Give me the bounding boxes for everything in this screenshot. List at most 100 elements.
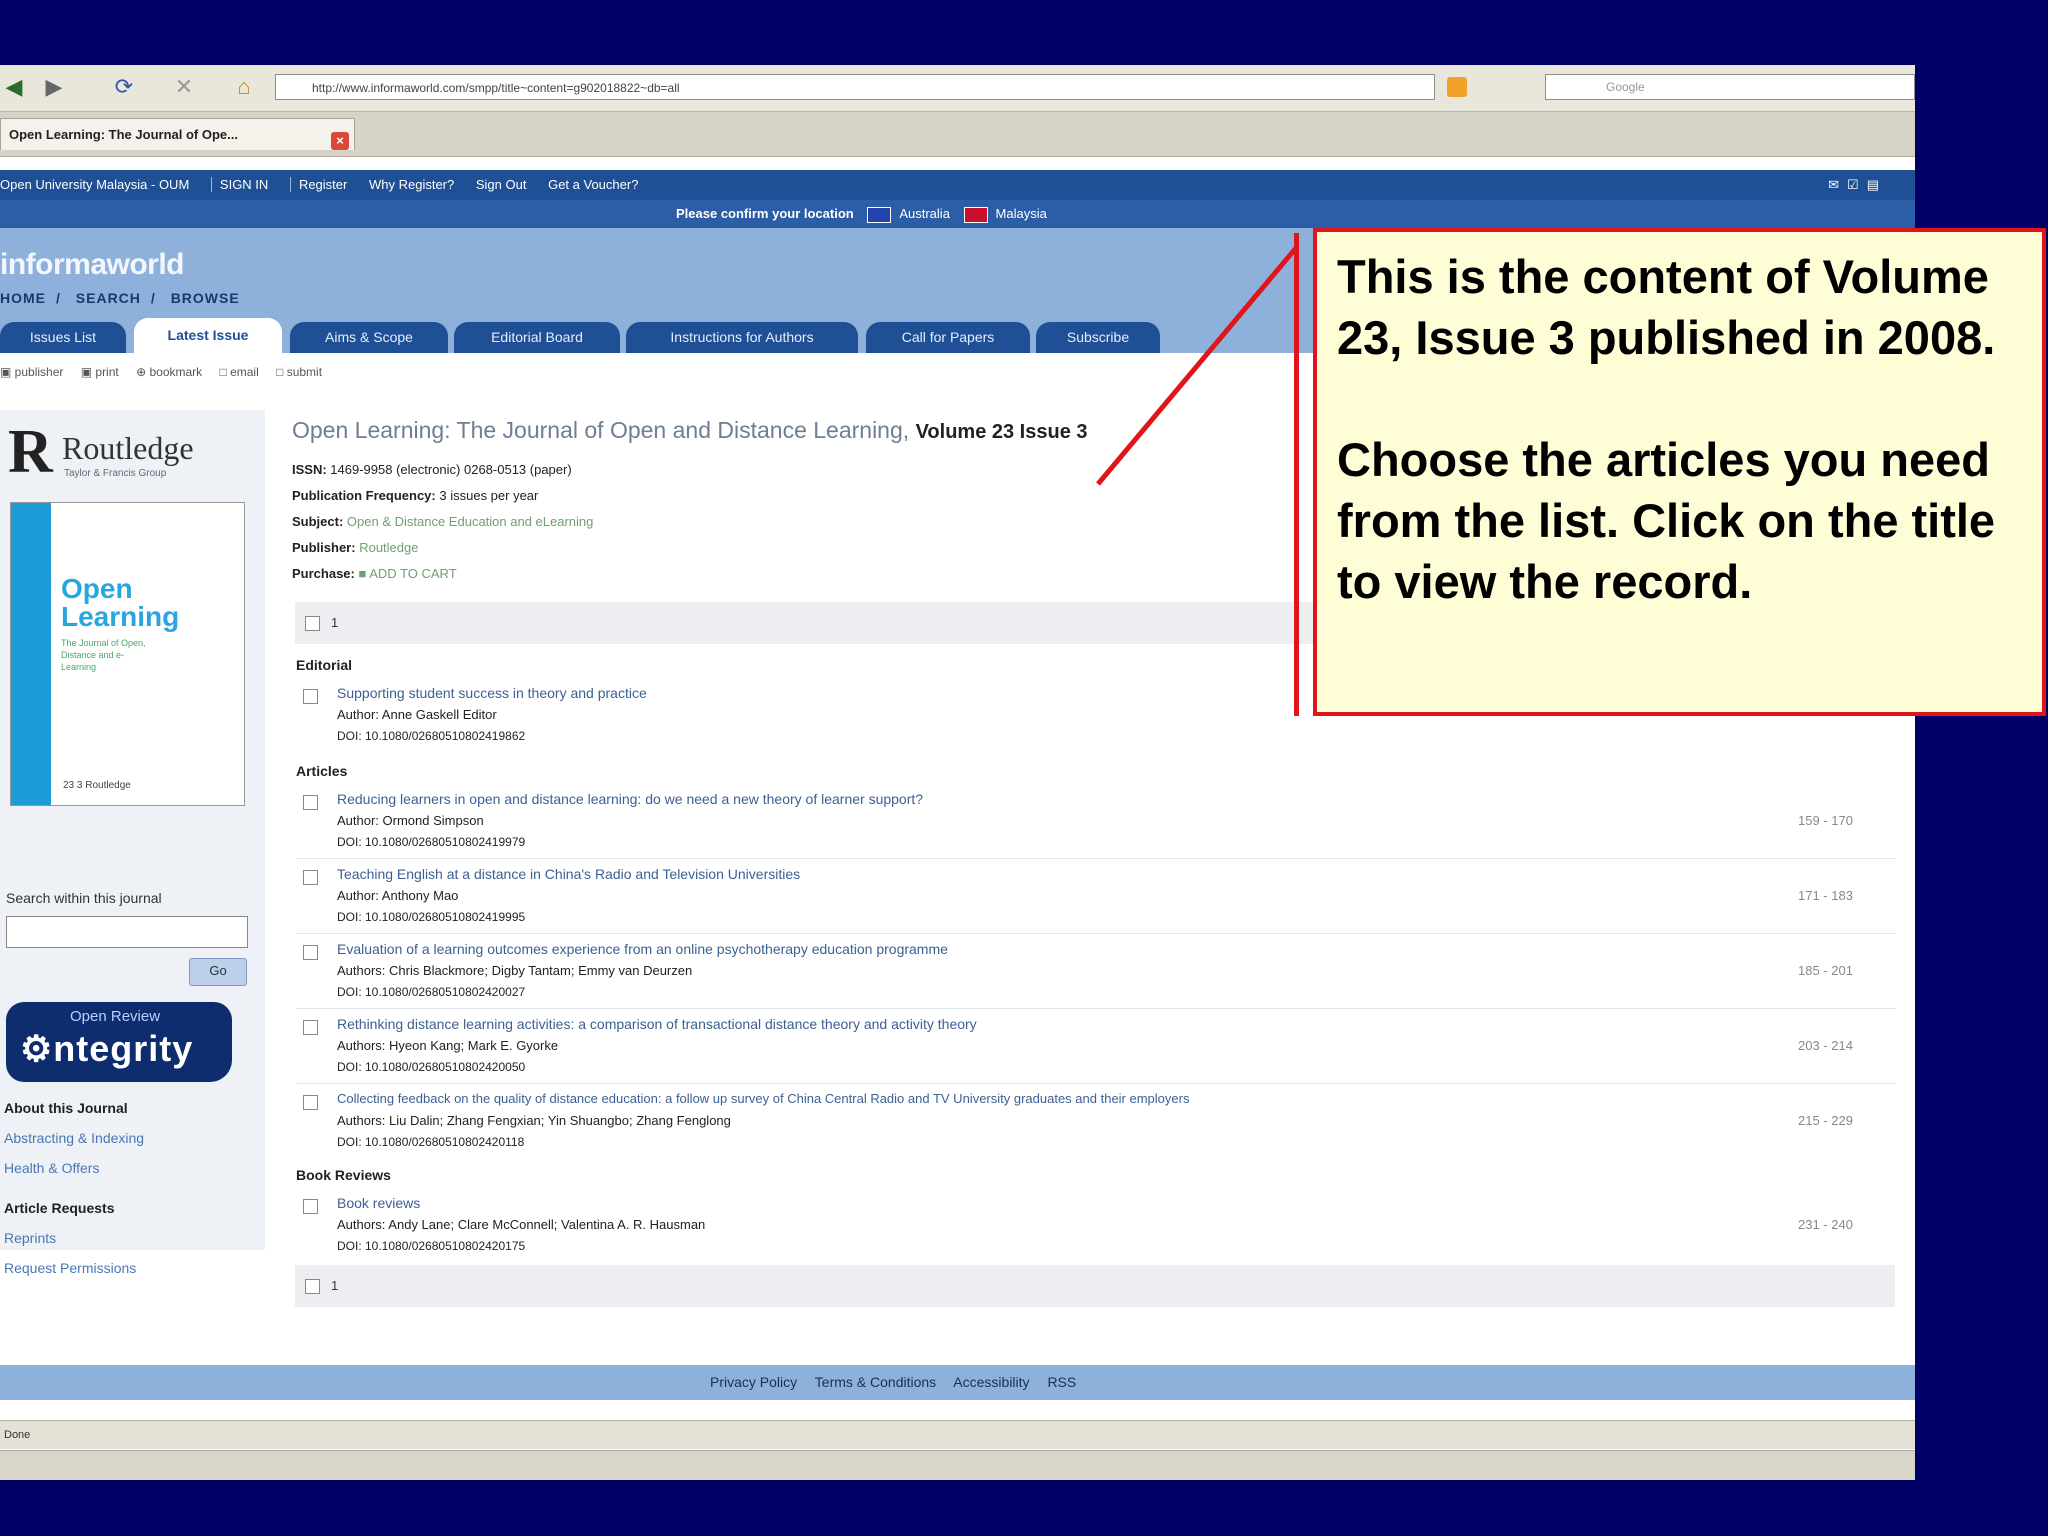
article-title[interactable]: Collecting feedback on the quality of di… (337, 1091, 1189, 1106)
about-link-offers[interactable]: Health & Offers (4, 1160, 99, 1176)
why-register-link[interactable]: Why Register? (369, 177, 454, 192)
subject-link[interactable]: Open & Distance Education and eLearning (347, 514, 593, 529)
frequency-value: 3 issues per year (439, 488, 539, 503)
page-number[interactable]: 1 (331, 1278, 338, 1293)
shortcut-icons[interactable]: ✉☑▤ (1828, 170, 1887, 200)
requests-link-permissions[interactable]: Request Permissions (4, 1260, 136, 1276)
article-checkbox[interactable] (303, 945, 318, 960)
malaysia-flag-icon[interactable] (963, 206, 988, 223)
article-checkbox[interactable] (303, 795, 318, 810)
cover-title: Open Learning (61, 573, 180, 632)
australia-flag-icon[interactable] (867, 206, 892, 223)
tool-bookmark[interactable]: ⊕ bookmark (136, 365, 202, 379)
institution-link[interactable]: Open University Malaysia - OUM (0, 177, 189, 192)
article-doi[interactable]: DOI: 10.1080/02680510802419979 (337, 835, 525, 849)
australia-option[interactable]: Australia (899, 206, 950, 221)
article-checkbox[interactable] (303, 1095, 318, 1110)
nav-search[interactable]: SEARCH (76, 290, 141, 306)
article-title[interactable]: Rethinking distance learning activities:… (337, 1016, 977, 1032)
article-doi[interactable]: DOI: 10.1080/02680510802420118 (337, 1135, 524, 1149)
search-box[interactable]: Google (1545, 74, 1915, 100)
journal-search-input[interactable] (6, 916, 248, 948)
tab-aims-scope[interactable]: Aims & Scope (290, 322, 448, 353)
refresh-icon[interactable]: ⟳ (110, 73, 138, 101)
browser-tab[interactable]: Open Learning: The Journal of Ope... × (0, 118, 355, 150)
tool-email[interactable]: □ email (220, 365, 259, 379)
page-number[interactable]: 1 (331, 615, 338, 630)
back-icon[interactable]: ◀ (0, 73, 28, 101)
malaysia-option[interactable]: Malaysia (996, 206, 1047, 221)
article-checkbox[interactable] (303, 870, 318, 885)
home-icon[interactable]: ⌂ (230, 73, 258, 101)
integrity-small-text: Open Review (70, 1008, 161, 1025)
section-editorial: Editorial (296, 657, 353, 673)
article-title[interactable]: Supporting student success in theory and… (337, 685, 647, 701)
article-title[interactable]: Reducing learners in open and distance l… (337, 791, 923, 807)
article-title[interactable]: Book reviews (337, 1195, 420, 1211)
callout-bracket (1294, 233, 1299, 716)
article-doi[interactable]: DOI: 10.1080/02680510802419995 (337, 910, 525, 924)
integrity-word: ntegrity (53, 1028, 194, 1069)
close-tab-icon[interactable]: × (331, 132, 349, 150)
stop-icon[interactable]: ✕ (170, 73, 198, 101)
site-logo[interactable]: informaworld (0, 248, 185, 282)
routledge-logo-sub: Taylor & Francis Group (64, 468, 167, 479)
footer-terms[interactable]: Terms & Conditions (815, 1374, 936, 1390)
article-checkbox[interactable] (303, 1199, 318, 1214)
integrity-banner[interactable]: Open Review ⚙ntegrity (6, 1002, 232, 1082)
rss-icon[interactable] (1447, 77, 1467, 97)
tool-submit[interactable]: □ submit (276, 365, 322, 379)
footer-privacy[interactable]: Privacy Policy (710, 1374, 797, 1390)
tab-latest-issue[interactable]: Latest Issue (134, 318, 282, 353)
register-link[interactable]: Register (289, 177, 348, 192)
article-pages: 171 - 183 (1798, 888, 1853, 903)
article-checkbox[interactable] (303, 1020, 318, 1035)
article-title[interactable]: Teaching English at a distance in China'… (337, 866, 800, 882)
nav-home[interactable]: HOME (0, 290, 46, 306)
journal-cover[interactable]: Open Learning The Journal of Open, Dista… (10, 502, 245, 806)
address-bar[interactable]: http://www.informaworld.com/smpp/title~c… (275, 74, 1435, 100)
publisher-link[interactable]: Routledge (359, 540, 418, 555)
nav-browse[interactable]: BROWSE (171, 290, 240, 306)
purchase-line: Purchase: ■ ADD TO CART (292, 566, 457, 581)
page-tools: ▣ publisher ▣ print ⊕ bookmark □ email □… (0, 365, 336, 379)
article-checkbox[interactable] (303, 689, 318, 704)
voucher-link[interactable]: Get a Voucher? (548, 177, 638, 192)
journal-search-label: Search within this journal (6, 890, 162, 906)
browser-status-bar: Done (0, 1420, 1915, 1449)
browser-tab-bar: Open Learning: The Journal of Ope... × (0, 112, 1915, 157)
sign-out-link[interactable]: Sign Out (476, 177, 527, 192)
cover-footer: 23 3 Routledge (63, 780, 131, 791)
requests-link-reprints[interactable]: Reprints (4, 1230, 56, 1246)
footer-accessibility[interactable]: Accessibility (953, 1374, 1029, 1390)
footer-rss[interactable]: RSS (1047, 1374, 1076, 1390)
tab-call-for-papers[interactable]: Call for Papers (866, 322, 1030, 353)
sign-in-link[interactable]: SIGN IN (210, 177, 269, 192)
article-doi[interactable]: DOI: 10.1080/02680510802420027 (337, 985, 525, 999)
site-nav: HOME / SEARCH / BROWSE (0, 290, 250, 306)
tab-subscribe[interactable]: Subscribe (1036, 322, 1160, 353)
article-pages: 185 - 201 (1798, 963, 1853, 978)
select-all-checkbox[interactable] (305, 616, 320, 631)
tool-publisher[interactable]: ▣ publisher (0, 365, 63, 379)
article-doi[interactable]: DOI: 10.1080/02680510802420175 (337, 1239, 525, 1253)
integrity-big-text: ⚙ntegrity (20, 1028, 194, 1069)
about-link-indexing[interactable]: Abstracting & Indexing (4, 1130, 144, 1146)
article-doi[interactable]: DOI: 10.1080/02680510802419862 (337, 729, 525, 743)
select-all-checkbox[interactable] (305, 1279, 320, 1294)
article-doi[interactable]: DOI: 10.1080/02680510802420050 (337, 1060, 525, 1074)
tab-editorial-board[interactable]: Editorial Board (454, 322, 620, 353)
article-title[interactable]: Evaluation of a learning outcomes experi… (337, 941, 948, 957)
cover-subtitle: The Journal of Open, Distance and e-Lear… (61, 638, 146, 672)
article-authors: Authors: Liu Dalin; Zhang Fengxian; Yin … (337, 1113, 731, 1128)
tool-print[interactable]: ▣ print (81, 365, 119, 379)
tab-instructions[interactable]: Instructions for Authors (626, 322, 858, 353)
tab-issues-list[interactable]: Issues List (0, 322, 126, 353)
go-button[interactable]: Go (189, 958, 247, 986)
add-to-cart-link[interactable]: ■ ADD TO CART (359, 566, 457, 581)
issn-line: ISSN: 1469-9958 (electronic) 0268-0513 (… (292, 462, 572, 477)
article-pages: 203 - 214 (1798, 1038, 1853, 1053)
journal-name: Open Learning: The Journal of Open and D… (292, 417, 910, 443)
subject-line: Subject: Open & Distance Education and e… (292, 514, 593, 529)
forward-icon[interactable]: ▶ (40, 73, 68, 101)
